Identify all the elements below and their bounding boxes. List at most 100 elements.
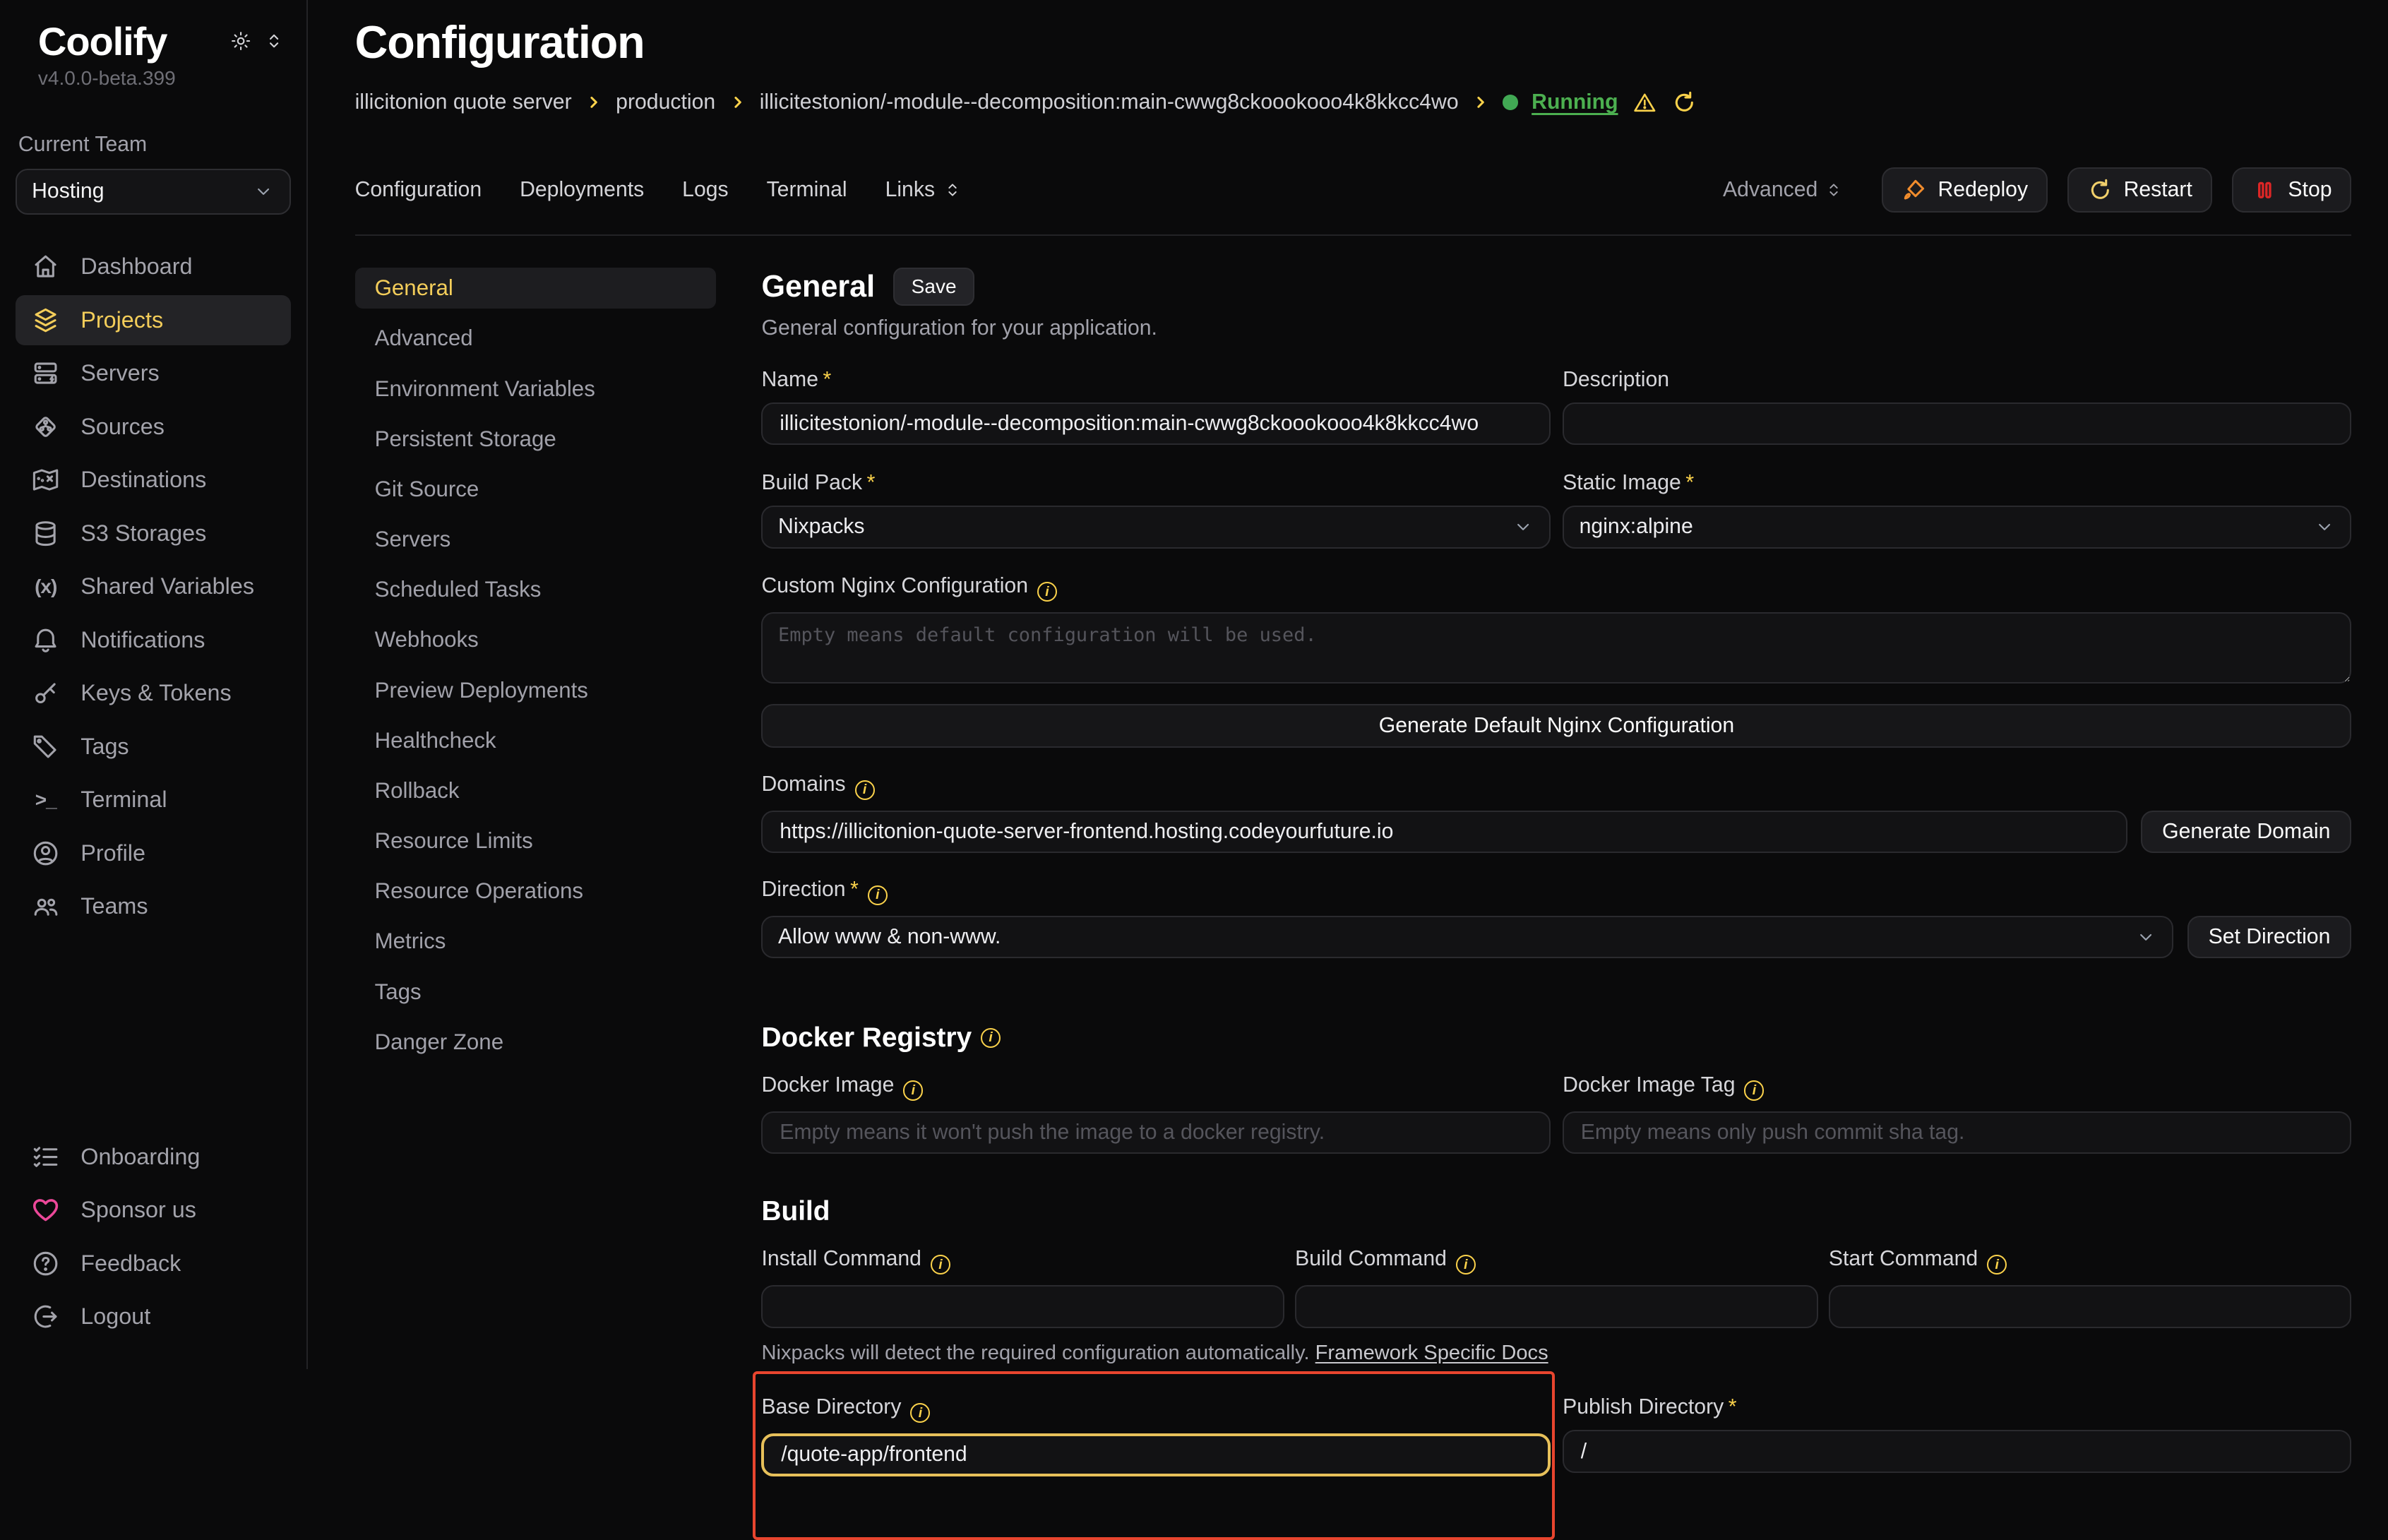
name-input[interactable]: [761, 402, 1550, 445]
app-root: Coolify v4.0.0-beta.399 Current Team Hos…: [0, 0, 2388, 1369]
nginx-config-textarea[interactable]: [761, 612, 2351, 684]
subnav-item-persistent-storage[interactable]: Persistent Storage: [355, 419, 716, 460]
breadcrumb-environment[interactable]: production: [616, 90, 715, 114]
info-icon[interactable]: i: [868, 885, 888, 905]
framework-docs-link[interactable]: Framework Specific Docs: [1315, 1342, 1548, 1364]
set-direction-button[interactable]: Set Direction: [2187, 916, 2352, 958]
sidebar-item-servers[interactable]: Servers: [16, 348, 292, 398]
info-icon[interactable]: i: [931, 1255, 950, 1275]
sidebar-item-projects[interactable]: Projects: [16, 295, 292, 345]
section-title-general: General: [761, 270, 875, 304]
subnav-item-webhooks[interactable]: Webhooks: [355, 619, 716, 660]
subnav-item-advanced[interactable]: Advanced: [355, 318, 716, 359]
required-asterisk: *: [1729, 1395, 1737, 1419]
description-field-group: Description: [1563, 368, 2351, 445]
info-icon[interactable]: i: [1456, 1255, 1476, 1275]
app-version: v4.0.0-beta.399: [16, 67, 292, 90]
breadcrumb-project[interactable]: illicitonion quote server: [355, 90, 572, 114]
start-command-input[interactable]: [1829, 1285, 2352, 1327]
docker-image-input[interactable]: [761, 1111, 1550, 1154]
sidebar-item-feedback[interactable]: Feedback: [16, 1238, 292, 1289]
subnav-item-rollback[interactable]: Rollback: [355, 770, 716, 811]
user-icon: [30, 838, 61, 869]
subnav-item-servers[interactable]: Servers: [355, 519, 716, 560]
tag-icon: [30, 732, 61, 762]
tab-logs[interactable]: Logs: [682, 178, 728, 202]
chevron-right-icon: [729, 94, 746, 111]
warning-icon[interactable]: [1632, 90, 1658, 116]
save-button[interactable]: Save: [893, 268, 974, 306]
status-badge[interactable]: Running: [1532, 90, 1618, 114]
sidebar-item-terminal[interactable]: >_ Terminal: [16, 775, 292, 825]
theme-sun-icon[interactable]: [230, 30, 251, 52]
subnav-item-metrics[interactable]: Metrics: [355, 921, 716, 962]
info-icon[interactable]: i: [903, 1080, 923, 1100]
subnav-item-environment-variables[interactable]: Environment Variables: [355, 368, 716, 409]
breadcrumb-application[interactable]: illicitestonion/-module--decomposition:m…: [760, 90, 1459, 114]
docker-image-tag-label: Docker Image Tag: [1563, 1073, 1735, 1097]
tab-deployments[interactable]: Deployments: [520, 178, 644, 202]
subnav-item-git-source[interactable]: Git Source: [355, 469, 716, 510]
sidebar-item-profile[interactable]: Profile: [16, 828, 292, 878]
static-image-select[interactable]: nginx:alpine: [1563, 506, 2351, 548]
required-asterisk: *: [850, 878, 859, 901]
info-icon[interactable]: i: [1744, 1080, 1764, 1100]
advanced-dropdown[interactable]: Advanced: [1723, 178, 1844, 202]
info-icon[interactable]: i: [910, 1403, 930, 1423]
required-asterisk: *: [1685, 471, 1694, 494]
tab-links[interactable]: Links: [885, 178, 962, 202]
subnav-item-resource-operations[interactable]: Resource Operations: [355, 871, 716, 912]
redeploy-button[interactable]: Redeploy: [1882, 167, 2048, 213]
info-icon[interactable]: i: [1987, 1255, 2007, 1275]
chevron-down-icon: [253, 181, 274, 202]
publish-directory-label: Publish Directory: [1563, 1395, 1724, 1419]
direction-select[interactable]: Allow www & non-www.: [761, 916, 2173, 958]
generate-nginx-button[interactable]: Generate Default Nginx Configuration: [761, 704, 2351, 748]
refresh-icon[interactable]: [1671, 90, 1697, 116]
team-select[interactable]: Hosting: [16, 169, 292, 215]
static-image-label: Static Image: [1563, 471, 1681, 494]
publish-directory-input[interactable]: [1563, 1430, 2351, 1472]
domains-input[interactable]: [761, 811, 2127, 853]
sidebar-item-notifications[interactable]: Notifications: [16, 615, 292, 665]
sidebar-item-destinations[interactable]: Destinations: [16, 455, 292, 505]
chevron-updown-icon: [1824, 180, 1844, 200]
sidebar-item-tags[interactable]: Tags: [16, 722, 292, 772]
sidebar-item-keys-tokens[interactable]: Keys & Tokens: [16, 668, 292, 718]
install-command-input[interactable]: [761, 1285, 1284, 1327]
subnav-item-resource-limits[interactable]: Resource Limits: [355, 820, 716, 861]
subnav-item-preview-deployments[interactable]: Preview Deployments: [355, 669, 716, 710]
stop-button[interactable]: Stop: [2232, 167, 2352, 213]
page-title: Configuration: [355, 16, 2352, 68]
sidebar-item-sponsor[interactable]: Sponsor us: [16, 1185, 292, 1235]
chevron-updown-icon[interactable]: [263, 30, 285, 52]
restart-button[interactable]: Restart: [2067, 167, 2212, 213]
chevron-right-icon: [585, 94, 602, 111]
section-title-docker-registry: Docker Registry: [761, 1022, 972, 1053]
tab-terminal[interactable]: Terminal: [767, 178, 847, 202]
subnav-item-danger-zone[interactable]: Danger Zone: [355, 1022, 716, 1063]
sidebar-item-onboarding[interactable]: Onboarding: [16, 1132, 292, 1182]
domains-label: Domains: [761, 772, 845, 796]
info-icon[interactable]: i: [981, 1028, 1001, 1048]
sidebar-item-logout[interactable]: Logout: [16, 1291, 292, 1342]
subnav-item-tags[interactable]: Tags: [355, 971, 716, 1012]
info-icon[interactable]: i: [855, 780, 875, 800]
sidebar-item-shared-variables[interactable]: (x) Shared Variables: [16, 561, 292, 611]
description-input[interactable]: [1563, 402, 2351, 445]
build-pack-select[interactable]: Nixpacks: [761, 506, 1550, 548]
subnav-item-healthcheck[interactable]: Healthcheck: [355, 720, 716, 761]
static-image-field-group: Static Image* nginx:alpine: [1563, 471, 2351, 548]
tab-configuration[interactable]: Configuration: [355, 178, 482, 202]
info-icon[interactable]: i: [1037, 582, 1057, 602]
subnav-item-general[interactable]: General: [355, 268, 716, 309]
sidebar-item-s3-storages[interactable]: S3 Storages: [16, 508, 292, 559]
base-directory-input[interactable]: [761, 1433, 1550, 1476]
sidebar-item-sources[interactable]: Sources: [16, 402, 292, 452]
sidebar-item-teams[interactable]: Teams: [16, 881, 292, 931]
docker-image-tag-input[interactable]: [1563, 1111, 2351, 1154]
sidebar-item-dashboard[interactable]: Dashboard: [16, 241, 292, 292]
subnav-item-scheduled-tasks[interactable]: Scheduled Tasks: [355, 569, 716, 610]
build-command-input[interactable]: [1295, 1285, 1818, 1327]
generate-domain-button[interactable]: Generate Domain: [2141, 811, 2351, 853]
